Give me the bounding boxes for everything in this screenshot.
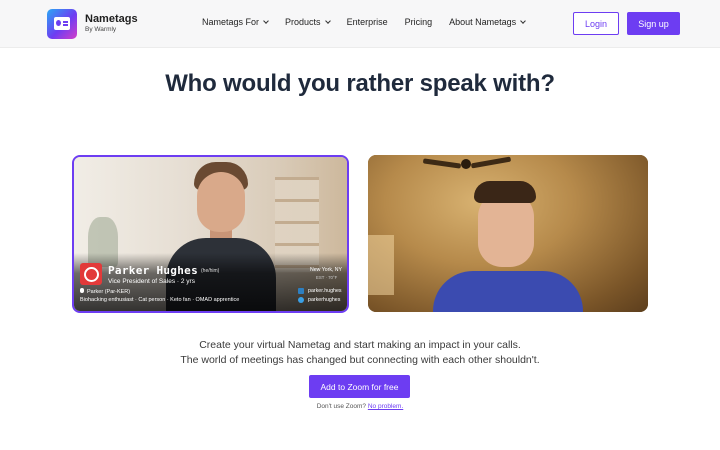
- video-without-nametag: [368, 155, 648, 312]
- menu-label: About Nametags: [449, 17, 517, 27]
- signup-button[interactable]: Sign up: [627, 12, 680, 35]
- nametag-location: New York, NY: [310, 267, 343, 273]
- twitter-icon: [298, 297, 304, 303]
- no-problem-link[interactable]: No problem.: [368, 403, 403, 410]
- menu-pricing[interactable]: Pricing: [405, 17, 433, 27]
- window-light: [368, 235, 394, 295]
- video-with-nametag: Parker Hughes (he/him) Vice President of…: [72, 155, 349, 313]
- linkedin-handle: parker.hughes: [308, 288, 342, 294]
- menu-products[interactable]: Products: [285, 17, 331, 27]
- chevron-down-icon: [324, 17, 331, 24]
- person-image: [428, 181, 583, 312]
- menu-about[interactable]: About Nametags: [449, 17, 526, 27]
- page-headline: Who would you rather speak with?: [165, 70, 555, 97]
- nametag-pronunciation: Parker (Par-KER): [80, 288, 130, 295]
- linkedin-icon: [298, 288, 304, 294]
- menu-label: Pricing: [404, 17, 433, 27]
- twitter-handle: parkerhughes: [308, 297, 341, 303]
- logo-text: Nametags By Warmly: [85, 14, 138, 34]
- pronunciation-text: Parker (Par-KER): [87, 289, 131, 295]
- menu-nametags-for[interactable]: Nametags For: [202, 17, 269, 27]
- ceiling-fan-image: [422, 156, 513, 171]
- nametag-facts: Biohacking enthusiast · Cat person · Ket…: [80, 297, 240, 303]
- company-logo-icon: [80, 263, 102, 285]
- alternative-note: Don't use Zoom? No problem.: [0, 403, 720, 410]
- nametag-name: Parker Hughes: [108, 264, 198, 277]
- alternative-prefix: Don't use Zoom?: [316, 403, 367, 410]
- chevron-down-icon: [263, 17, 269, 24]
- nametag-time: EST · 70°F: [316, 275, 338, 280]
- description-line-1: Create your virtual Nametag and start ma…: [199, 339, 521, 351]
- description-line-2: The world of meetings has changed but co…: [180, 354, 540, 366]
- nametag-pronouns: (he/him): [201, 268, 220, 274]
- menu-label: Products: [285, 17, 321, 27]
- nametag-twitter: parkerhughes: [298, 297, 340, 303]
- login-button[interactable]: Login: [573, 12, 619, 35]
- menu-enterprise[interactable]: Enterprise: [347, 17, 388, 27]
- menu-label: Enterprise: [346, 17, 388, 27]
- menu-label: Nametags For: [202, 17, 260, 27]
- logo-name: Nametags: [85, 13, 138, 26]
- main-menu: Nametags For Products Enterprise Pricing…: [202, 17, 542, 27]
- speaker-icon: [80, 288, 84, 293]
- top-navbar: Nametags By Warmly Nametags For Products…: [0, 0, 720, 48]
- logo-subtitle: By Warmly: [85, 26, 117, 34]
- nametag-linkedin: parker.hughes: [298, 288, 342, 294]
- chevron-down-icon: [520, 17, 526, 24]
- logo[interactable]: Nametags By Warmly: [47, 9, 138, 39]
- nametag-logo-icon: [47, 9, 77, 39]
- add-to-zoom-button[interactable]: Add to Zoom for free: [309, 375, 410, 398]
- nametag-title: Vice President of Sales · 2 yrs: [108, 278, 195, 285]
